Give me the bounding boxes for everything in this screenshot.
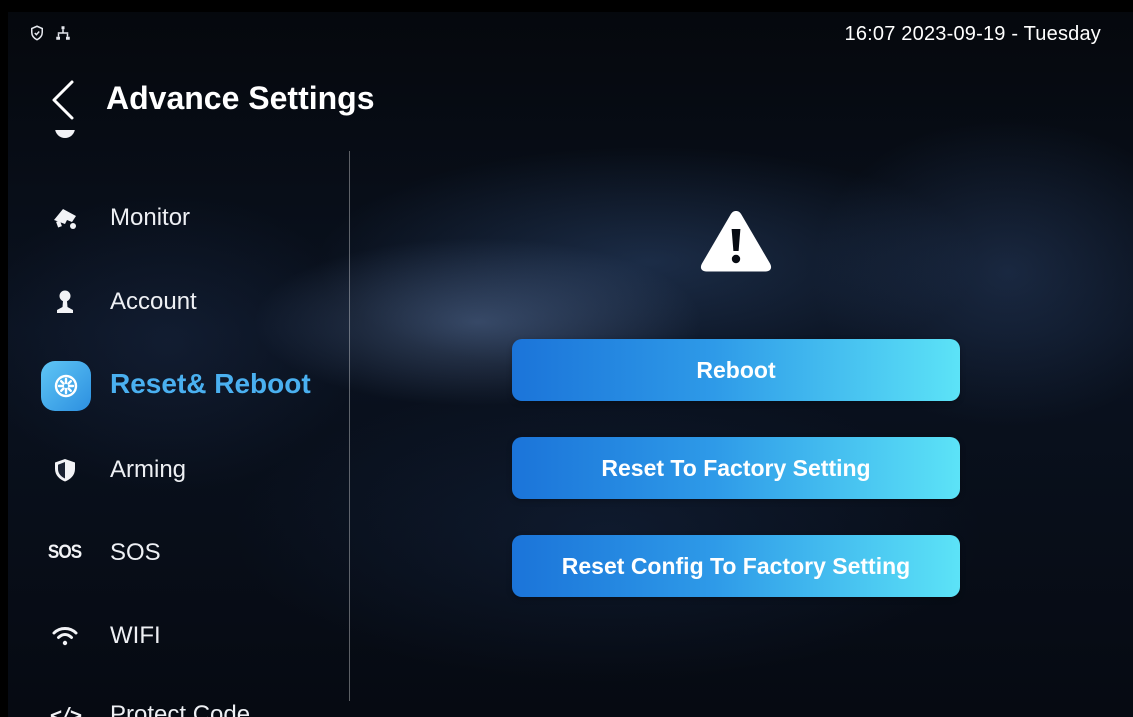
reset-reboot-icon (41, 361, 91, 411)
sidebar-item-label: WIFI (110, 622, 161, 649)
sidebar-item-label: Monitor (110, 204, 191, 231)
sidebar: Monitor Account Reset& Reboot Arming SOS… (8, 130, 348, 717)
page-title: Advance Settings (106, 80, 375, 116)
sidebar-item-account[interactable]: Account (8, 272, 343, 332)
sidebar-divider (349, 151, 350, 701)
sidebar-item-label: Account (110, 288, 197, 315)
code-icon: </> (49, 703, 82, 717)
shield-icon (48, 453, 82, 487)
sos-icon: SOS (48, 542, 82, 563)
screen: 16:07 2023-09-19 - Tuesday Advance Setti… (8, 12, 1133, 717)
sidebar-item-label: Reset& Reboot (110, 368, 311, 399)
back-button[interactable] (48, 78, 78, 122)
sidebar-item-wifi[interactable]: WIFI (8, 606, 343, 666)
wifi-icon (48, 619, 82, 653)
sidebar-item-arming[interactable]: Arming (8, 440, 343, 500)
shield-check-icon (28, 24, 46, 42)
sidebar-item-sos[interactable]: SOS SOS (8, 523, 343, 583)
sidebar-item-monitor[interactable]: Monitor (8, 188, 343, 248)
sidebar-item-label: Arming (110, 456, 187, 483)
person-icon (48, 285, 82, 319)
sidebar-item-reset-reboot[interactable]: Reset& Reboot (8, 356, 343, 416)
status-clock: 16:07 2023-09-19 - Tuesday (844, 23, 1101, 45)
sidebar-item-partial[interactable] (8, 130, 343, 158)
reset-config-button[interactable]: Reset Config To Factory Setting (512, 535, 960, 597)
monitor-icon (48, 201, 82, 235)
partial-item-icon (48, 130, 82, 145)
status-bar: 16:07 2023-09-19 - Tuesday (8, 12, 1133, 56)
warning-triangle-icon (698, 207, 774, 275)
reboot-button[interactable]: Reboot (512, 339, 960, 401)
sidebar-item-label: SOS (110, 539, 161, 566)
reset-factory-button[interactable]: Reset To Factory Setting (512, 437, 960, 499)
sidebar-item-protect-code[interactable]: </> Protect Code (8, 685, 343, 717)
header: Advance Settings (8, 74, 708, 124)
sidebar-item-label: Protect Code (110, 701, 251, 717)
chevron-left-icon (52, 80, 74, 120)
network-icon (54, 24, 72, 42)
